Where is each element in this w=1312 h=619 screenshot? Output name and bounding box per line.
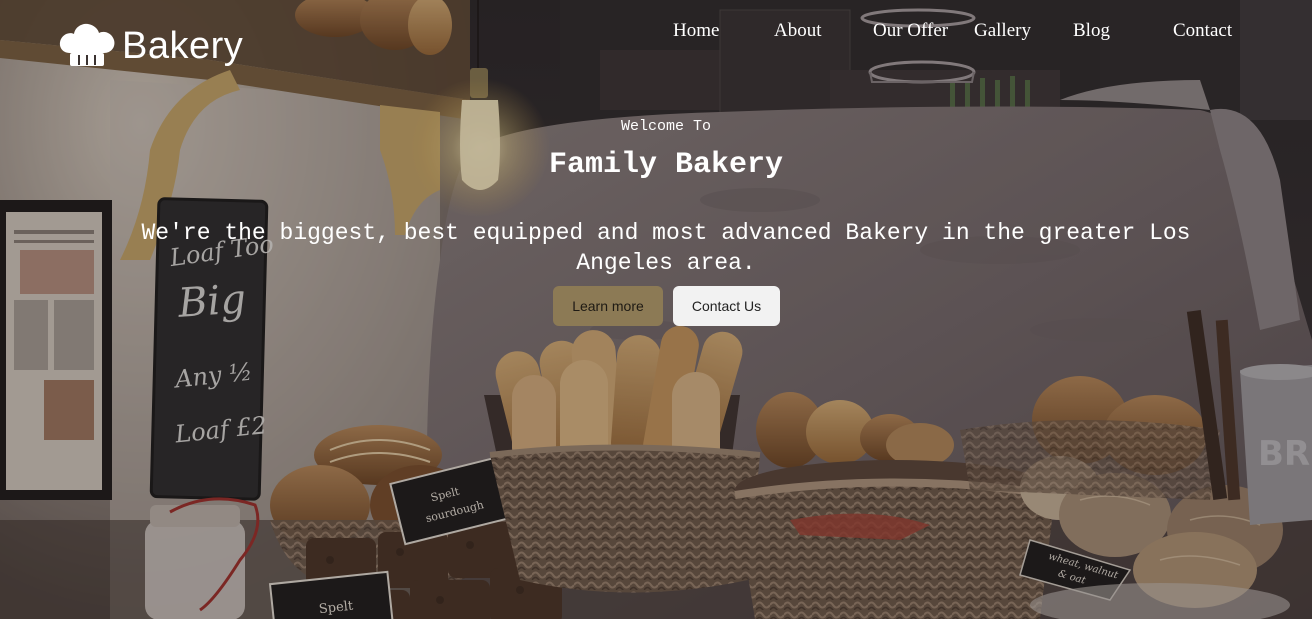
- hero-welcome-text: Welcome To: [620, 118, 711, 135]
- nav-link-contact[interactable]: Contact: [1173, 20, 1232, 42]
- hero-tagline: We're the biggest, best equipped and mos…: [141, 220, 1191, 276]
- nav-link-our-offer[interactable]: Our Offer: [873, 20, 948, 42]
- hero-section: Loaf Too Big Any ½ Loaf £2 Spelt sourdou…: [0, 0, 1312, 619]
- contact-us-button[interactable]: Contact Us: [673, 286, 780, 326]
- hero-title: Family Bakery: [548, 148, 784, 182]
- nav-link-about[interactable]: About: [774, 20, 822, 42]
- nav-link-blog[interactable]: Blog: [1073, 20, 1110, 42]
- nav-link-gallery[interactable]: Gallery: [974, 20, 1031, 42]
- main-nav: Home About Our Offer Gallery Blog Contac…: [0, 20, 1312, 44]
- nav-link-home[interactable]: Home: [673, 20, 719, 42]
- learn-more-button[interactable]: Learn more: [553, 286, 663, 326]
